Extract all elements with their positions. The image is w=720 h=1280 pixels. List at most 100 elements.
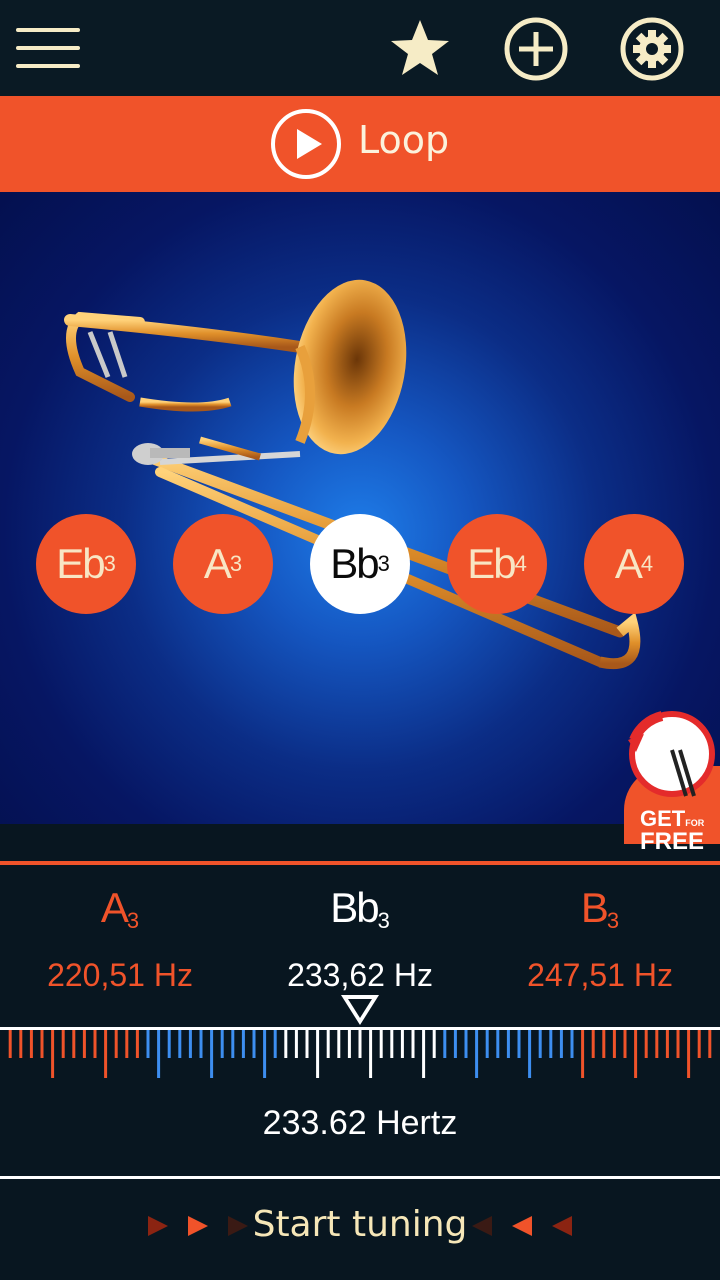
upper-note-readout: B3 247,51 Hz	[480, 880, 720, 994]
scale-tick	[157, 1030, 161, 1078]
scale-tick	[231, 1030, 235, 1058]
scale-tick	[135, 1030, 139, 1058]
scale-tick	[655, 1030, 659, 1058]
current-note-octave: 3	[377, 908, 390, 933]
start-tuning-button[interactable]: Start tuning	[0, 1182, 720, 1272]
note-button-a4[interactable]: A4	[584, 514, 684, 614]
scale-tick	[125, 1030, 129, 1058]
scale-tick	[443, 1030, 447, 1058]
scale-tick	[475, 1030, 479, 1078]
loop-label: Loop	[358, 118, 450, 162]
scale-tick	[687, 1030, 691, 1078]
scale-tick	[104, 1030, 108, 1078]
scale-tick	[210, 1030, 214, 1078]
scale-tick	[591, 1030, 595, 1058]
loop-button[interactable]: Loop	[0, 96, 720, 192]
scale-tick	[549, 1030, 553, 1058]
scale-tick	[644, 1030, 648, 1058]
scale-tick	[581, 1030, 585, 1078]
scale-tick	[538, 1030, 542, 1058]
note-button-a3[interactable]: A3	[173, 514, 273, 614]
scale-tick	[273, 1030, 277, 1058]
current-note-name: Bb	[330, 884, 379, 931]
top-bar	[0, 0, 720, 96]
scale-tick	[634, 1030, 638, 1078]
scale-tick	[294, 1030, 298, 1058]
scale-tick	[29, 1030, 33, 1058]
scale-tick	[316, 1030, 320, 1078]
scale-tick	[284, 1030, 288, 1058]
scale-tick	[93, 1030, 97, 1058]
scale-tick	[61, 1030, 65, 1058]
scale-tick	[347, 1030, 351, 1058]
get-for-free-promo[interactable]: GETFOR FREE	[620, 710, 720, 855]
scale-tick	[19, 1030, 23, 1058]
note-octave: 4	[640, 551, 654, 576]
note-button-bb3[interactable]: Bb 3	[310, 514, 410, 614]
scale-tick	[432, 1030, 436, 1058]
start-tuning-label: Start tuning	[252, 1204, 468, 1245]
trombone-illustration	[64, 279, 641, 670]
scale-tick	[612, 1030, 616, 1058]
scale-tick	[263, 1030, 267, 1078]
scale-tick	[411, 1030, 415, 1058]
scale-tick	[167, 1030, 171, 1058]
upper-note-name: B	[580, 884, 609, 931]
upper-note-octave: 3	[606, 908, 620, 933]
lower-note-name: A	[100, 884, 129, 931]
scale-tick	[220, 1030, 224, 1058]
note-name: Eb	[56, 540, 105, 587]
gear-icon[interactable]	[619, 16, 685, 82]
scale-tick	[72, 1030, 76, 1058]
section-divider	[0, 861, 720, 865]
note-name: Eb	[467, 540, 516, 587]
scale-tick	[570, 1030, 574, 1058]
scale-tick	[252, 1030, 256, 1058]
note-button-eb4[interactable]: Eb 4	[447, 514, 547, 614]
scale-tick	[188, 1030, 192, 1058]
scale-tick	[400, 1030, 404, 1058]
scale-tick	[146, 1030, 150, 1058]
scale-tick	[708, 1030, 712, 1058]
scale-tick	[358, 1030, 362, 1058]
note-octave: 3	[377, 551, 390, 576]
scale-tick	[241, 1030, 245, 1058]
lower-note-octave: 3	[126, 908, 140, 933]
scale-tick	[665, 1030, 669, 1058]
tuning-scale	[8, 1030, 712, 1078]
scale-tick	[114, 1030, 118, 1058]
note-button-eb3[interactable]: Eb 3	[36, 514, 136, 614]
note-name: A	[203, 540, 232, 587]
scale-tick	[676, 1030, 680, 1058]
scale-tick	[485, 1030, 489, 1058]
scale-tick	[517, 1030, 521, 1058]
scale-tick	[390, 1030, 394, 1058]
scale-tick	[528, 1030, 532, 1078]
hamburger-menu-icon[interactable]	[16, 28, 80, 68]
scale-tick	[496, 1030, 500, 1058]
scale-tick	[559, 1030, 563, 1058]
upper-note-hz: 247,51 Hz	[527, 957, 673, 993]
scale-tick	[623, 1030, 627, 1058]
metronome-app-icon	[628, 711, 715, 797]
note-name: A	[614, 540, 643, 587]
plus-circle-icon[interactable]	[503, 16, 569, 82]
instrument-stage: Eb 3 A3 Bb 3 Eb 4 A4	[0, 192, 720, 824]
scale-tick	[464, 1030, 468, 1058]
note-octave: 4	[514, 551, 527, 576]
scale-tick	[82, 1030, 86, 1058]
scale-tick	[369, 1030, 373, 1078]
scale-tick	[40, 1030, 44, 1058]
left-arrows-icon	[472, 1216, 572, 1236]
scale-tick	[8, 1030, 12, 1058]
scale-tick	[326, 1030, 330, 1058]
scale-tick	[697, 1030, 701, 1058]
lower-note-hz: 220,51 Hz	[47, 957, 193, 993]
scale-tick	[305, 1030, 309, 1058]
scale-tick	[337, 1030, 341, 1058]
star-icon[interactable]	[387, 16, 453, 82]
bottom-divider	[0, 1176, 720, 1179]
promo-free-label: FREE	[640, 828, 705, 855]
frequency-readout: 233.62 Hertz	[262, 1104, 458, 1142]
scale-tick	[379, 1030, 383, 1058]
